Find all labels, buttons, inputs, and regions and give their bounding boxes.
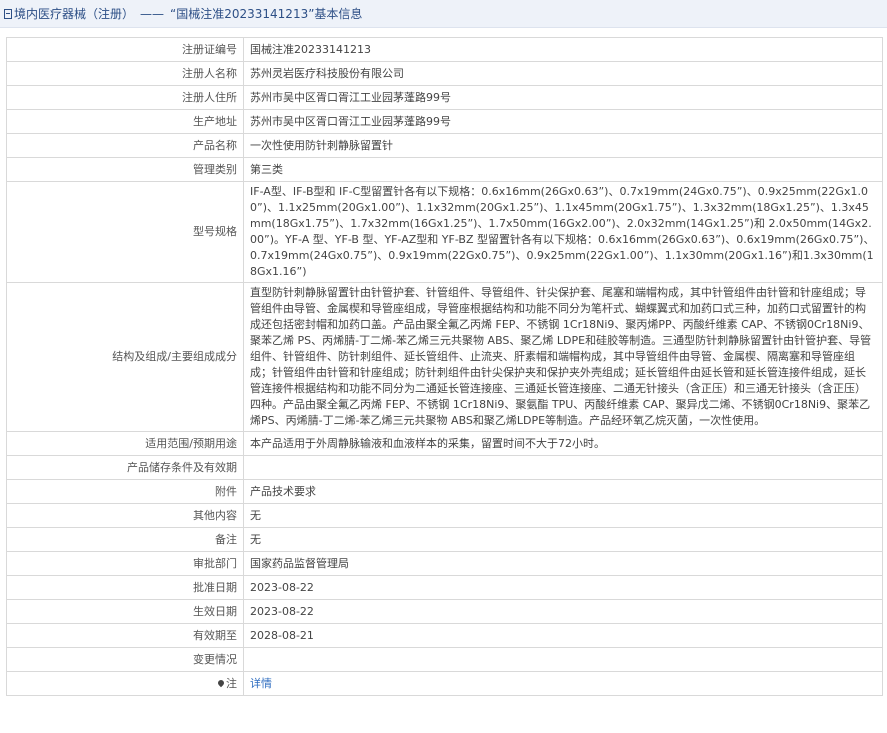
table-row: 注册人名称 苏州灵岩医疗科技股份有限公司 (6, 61, 883, 86)
table-row: 审批部门 国家药品监督管理局 (6, 551, 883, 576)
storage-label: 产品储存条件及有效期 (6, 455, 244, 480)
table-row: 附件 产品技术要求 (6, 479, 883, 504)
table-row: 备注 无 (6, 527, 883, 552)
table-row: 适用范围/预期用途 本产品适用于外周静脉输液和血液样本的采集，留置时间不大于72… (6, 431, 883, 456)
table-row: 产品名称 一次性使用防针刺静脉留置针 (6, 133, 883, 158)
reg-no-label: 注册证编号 (6, 37, 244, 62)
dept-value: 国家药品监督管理局 (243, 551, 883, 576)
attachment-value: 产品技术要求 (243, 479, 883, 504)
change-label: 变更情况 (6, 647, 244, 672)
note-label: 注 (226, 676, 237, 690)
dept-label: 审批部门 (6, 551, 244, 576)
category-label: 管理类别 (6, 157, 244, 182)
remark-label: 备注 (6, 527, 244, 552)
prod-addr-label: 生产地址 (6, 109, 244, 134)
table-row: 管理类别 第三类 (6, 157, 883, 182)
address-value: 苏州市吴中区胥口胥江工业园茅蓬路99号 (243, 85, 883, 110)
breadcrumb-separator: —— (140, 6, 165, 21)
approve-date-label: 批准日期 (6, 575, 244, 600)
info-table: 注册证编号 国械注准20233141213 注册人名称 苏州灵岩医疗科技股份有限… (6, 37, 883, 696)
remark-value: 无 (243, 527, 883, 552)
structure-value: 直型防针刺静脉留置针由针管护套、针管组件、导管组件、针尖保护套、尾塞和端帽构成，… (243, 282, 883, 432)
product-value: 一次性使用防针刺静脉留置针 (243, 133, 883, 158)
other-value: 无 (243, 503, 883, 528)
table-row: 批准日期 2023-08-22 (6, 575, 883, 600)
document-icon (4, 8, 12, 19)
expiry-value: 2028-08-21 (243, 623, 883, 648)
scope-value: 本产品适用于外周静脉输液和血液样本的采集，留置时间不大于72小时。 (243, 431, 883, 456)
table-row: 其他内容 无 (6, 503, 883, 528)
note-label-cell: 注 (6, 671, 244, 696)
attachment-label: 附件 (6, 479, 244, 504)
table-row: 结构及组成/主要组成成分 直型防针刺静脉留置针由针管护套、针管组件、导管组件、针… (6, 282, 883, 432)
category-value: 第三类 (243, 157, 883, 182)
page-title: “国械注准20233141213”基本信息 (170, 7, 363, 21)
table-row: 型号规格 IF-A型、IF-B型和 IF-C型留置针各有以下规格：0.6x16m… (6, 181, 883, 283)
approve-date-value: 2023-08-22 (243, 575, 883, 600)
expiry-label: 有效期至 (6, 623, 244, 648)
storage-value (243, 455, 883, 480)
details-link[interactable]: 详情 (250, 677, 272, 690)
page-header: 境内医疗器械（注册） —— “国械注准20233141213”基本信息 (0, 0, 887, 28)
address-label: 注册人住所 (6, 85, 244, 110)
prod-addr-value: 苏州市吴中区胥口胥江工业园茅蓬路99号 (243, 109, 883, 134)
breadcrumb[interactable]: 境内医疗器械（注册） (14, 5, 134, 22)
model-label: 型号规格 (6, 181, 244, 283)
effective-date-value: 2023-08-22 (243, 599, 883, 624)
change-value (243, 647, 883, 672)
note-value: 详情 (243, 671, 883, 696)
registrant-value: 苏州灵岩医疗科技股份有限公司 (243, 61, 883, 86)
table-row: 变更情况 (6, 647, 883, 672)
registrant-label: 注册人名称 (6, 61, 244, 86)
product-label: 产品名称 (6, 133, 244, 158)
reg-no-value: 国械注准20233141213 (243, 37, 883, 62)
table-row: 生效日期 2023-08-22 (6, 599, 883, 624)
table-row: 注 详情 (6, 671, 883, 696)
table-row: 有效期至 2028-08-21 (6, 623, 883, 648)
table-row: 注册人住所 苏州市吴中区胥口胥江工业园茅蓬路99号 (6, 85, 883, 110)
effective-date-label: 生效日期 (6, 599, 244, 624)
model-value: IF-A型、IF-B型和 IF-C型留置针各有以下规格：0.6x16mm(26G… (243, 181, 883, 283)
table-row: 产品储存条件及有效期 (6, 455, 883, 480)
scope-label: 适用范围/预期用途 (6, 431, 244, 456)
pin-icon (216, 678, 226, 687)
other-label: 其他内容 (6, 503, 244, 528)
structure-label: 结构及组成/主要组成成分 (6, 282, 244, 432)
table-row: 生产地址 苏州市吴中区胥口胥江工业园茅蓬路99号 (6, 109, 883, 134)
table-row: 注册证编号 国械注准20233141213 (6, 37, 883, 62)
